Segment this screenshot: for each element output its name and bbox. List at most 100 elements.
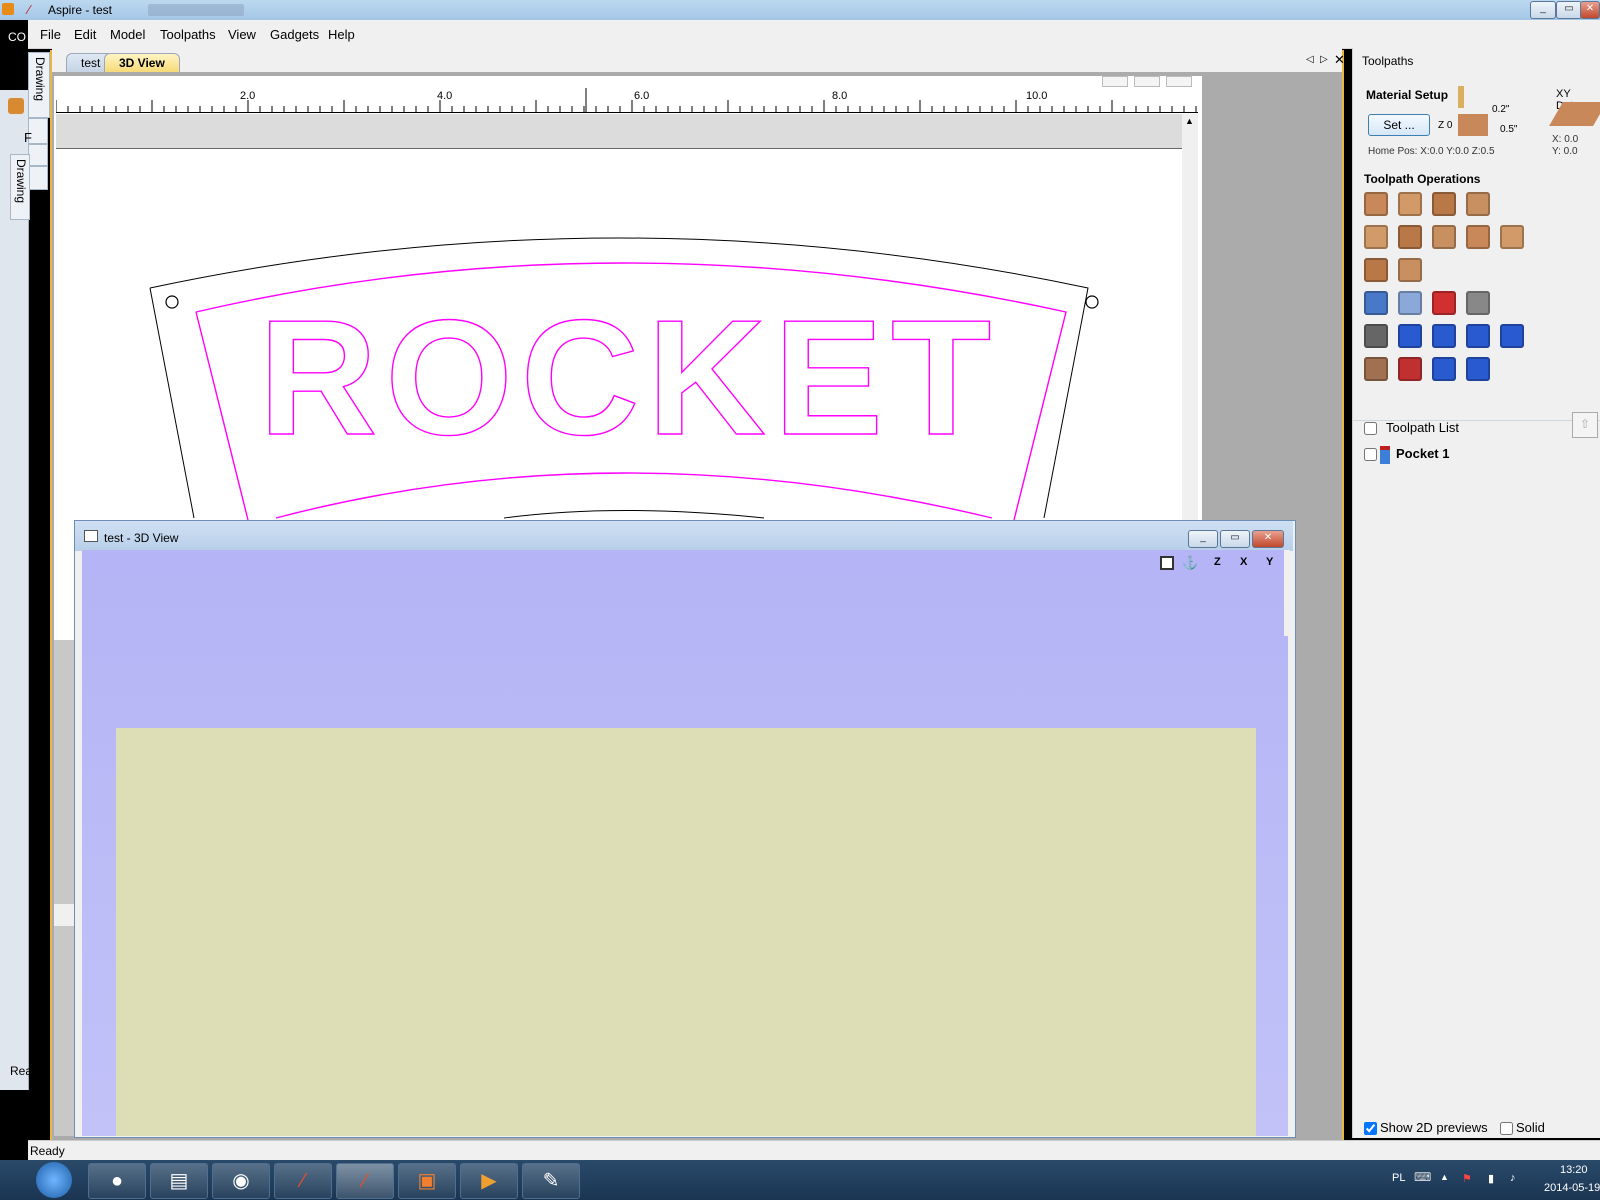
show-2d-previews-label: Show 2D previews bbox=[1380, 1120, 1488, 1135]
menu-view[interactable]: View bbox=[228, 27, 256, 42]
tray-network-icon[interactable]: ▮ bbox=[1488, 1172, 1494, 1185]
drawing-tab-inner[interactable]: Drawing bbox=[10, 154, 30, 220]
toolpath-op-icon-1-3[interactable] bbox=[1466, 225, 1490, 249]
left-dock-icon[interactable] bbox=[8, 98, 24, 114]
show-2d-previews-checkbox[interactable] bbox=[1364, 1122, 1377, 1135]
toolpath-op-icon-2-1[interactable] bbox=[1398, 258, 1422, 282]
toolpath-op-icon-0-1[interactable] bbox=[1398, 192, 1422, 216]
taskbar-pdf[interactable]: ▣ bbox=[398, 1163, 456, 1199]
menu-file[interactable]: File bbox=[40, 27, 61, 42]
toolpath-item-checkbox[interactable] bbox=[1364, 448, 1377, 461]
toolpath-op-icon-5-3[interactable] bbox=[1466, 357, 1490, 381]
toolpath-op-icon-4-4[interactable] bbox=[1500, 324, 1524, 348]
minimize-button[interactable]: _ bbox=[1530, 1, 1556, 19]
left-tab-blank-3[interactable] bbox=[28, 166, 48, 190]
tray-volume-icon[interactable]: ♪ bbox=[1510, 1172, 1516, 1184]
paint-icon: ✎ bbox=[542, 1170, 560, 1192]
tab-scroll-left-icon[interactable]: ◁ bbox=[1306, 54, 1314, 65]
tray-keyboard-icon[interactable]: ⌨ bbox=[1414, 1170, 1431, 1184]
toolpath-op-icon-0-2[interactable] bbox=[1432, 192, 1456, 216]
toolpath-op-icon-4-1[interactable] bbox=[1398, 324, 1422, 348]
left-tab-blank-2[interactable] bbox=[28, 144, 48, 166]
toolpath-op-icon-5-0[interactable] bbox=[1364, 357, 1388, 381]
toolpath-item-name[interactable]: Pocket 1 bbox=[1396, 446, 1449, 461]
taskbar-paint[interactable]: ✎ bbox=[522, 1163, 580, 1199]
tray-language[interactable]: PL bbox=[1392, 1172, 1405, 1184]
toolpath-op-icon-1-1[interactable] bbox=[1398, 225, 1422, 249]
toolpath-op-icon-3-3[interactable] bbox=[1466, 291, 1490, 315]
toolpath-op-icon-1-2[interactable] bbox=[1432, 225, 1456, 249]
close-button[interactable]: ✕ bbox=[1580, 1, 1600, 19]
3d-view-titlebar[interactable] bbox=[75, 521, 1293, 551]
3d-maximize-button[interactable]: ▭ bbox=[1220, 530, 1250, 548]
view-y-icon[interactable]: Y bbox=[1266, 556, 1273, 568]
xy-datum-y: Y: 0.0 bbox=[1552, 146, 1578, 157]
toolpath-list-checkbox[interactable] bbox=[1364, 422, 1377, 435]
app-icon[interactable] bbox=[2, 3, 14, 15]
tray-date[interactable]: 2014-05-19 bbox=[1544, 1182, 1600, 1194]
mdi-restore-button[interactable] bbox=[1134, 76, 1160, 87]
maximize-button[interactable]: ▭ bbox=[1556, 1, 1582, 19]
tray-time[interactable]: 13:20 bbox=[1560, 1164, 1588, 1176]
window-title: Aspire - test bbox=[48, 3, 113, 17]
toolpath-op-icon-1-4[interactable] bbox=[1500, 225, 1524, 249]
tray-arrow-icon[interactable]: ▲ bbox=[1440, 1172, 1449, 1182]
dimension-top: 0.2" bbox=[1492, 104, 1510, 115]
toolpath-op-icon-3-1[interactable] bbox=[1398, 291, 1422, 315]
taskbar-aspire-2[interactable]: ⁄ bbox=[336, 1163, 394, 1199]
view-z-icon[interactable]: Z bbox=[1214, 556, 1221, 568]
taskbar-left-label: CO bbox=[8, 30, 26, 44]
move-up-button[interactable]: ⇧ bbox=[1572, 412, 1598, 438]
toolpath-op-icon-1-0[interactable] bbox=[1364, 225, 1388, 249]
left-re-label: Rea bbox=[10, 1064, 33, 1078]
taskbar-steam[interactable]: ◉ bbox=[212, 1163, 270, 1199]
taskbar-aspire-1[interactable]: ⁄ bbox=[274, 1163, 332, 1199]
scroll-up-arrow-icon[interactable]: ▲ bbox=[1185, 116, 1194, 126]
toolpath-op-icon-5-2[interactable] bbox=[1432, 357, 1456, 381]
toolpath-op-icon-2-0[interactable] bbox=[1364, 258, 1388, 282]
tab-scroll-right-icon[interactable]: ▷ bbox=[1320, 54, 1328, 65]
zoom-extents-icon[interactable] bbox=[1160, 556, 1174, 570]
aspire-logo-icon: ⁄ bbox=[28, 2, 31, 17]
solid-checkbox[interactable] bbox=[1500, 1122, 1513, 1135]
tab-3d-view[interactable]: 3D View bbox=[104, 53, 180, 72]
left-f-label: F bbox=[24, 130, 32, 145]
mdi-minimize-button[interactable] bbox=[1102, 76, 1128, 87]
menu-bar bbox=[28, 20, 1600, 49]
left-dock-panel bbox=[0, 90, 29, 1090]
toolpath-op-icon-0-0[interactable] bbox=[1364, 192, 1388, 216]
taskbar-firefox[interactable]: ● bbox=[88, 1163, 146, 1199]
status-text: Ready bbox=[30, 1144, 65, 1158]
start-button[interactable] bbox=[36, 1162, 72, 1198]
sign-drawing[interactable]: ROCKET bbox=[54, 148, 1184, 528]
menu-edit[interactable]: Edit bbox=[74, 27, 96, 42]
material-set-button[interactable]: Set ... bbox=[1368, 114, 1430, 136]
3d-minimize-button[interactable]: _ bbox=[1188, 530, 1218, 548]
toolpath-op-icon-4-2[interactable] bbox=[1432, 324, 1456, 348]
toolpath-op-icon-3-0[interactable] bbox=[1364, 291, 1388, 315]
mdi-close-button[interactable] bbox=[1166, 76, 1192, 87]
tray-flag-icon[interactable]: ⚑ bbox=[1462, 1172, 1472, 1185]
menu-help[interactable]: Help bbox=[328, 27, 355, 42]
toolpath-op-icon-4-0[interactable] bbox=[1364, 324, 1388, 348]
menu-toolpaths[interactable]: Toolpaths bbox=[160, 27, 216, 42]
steam-icon: ◉ bbox=[232, 1170, 250, 1192]
drawing-margin-band bbox=[56, 114, 1182, 149]
toolpath-op-icon-3-2[interactable] bbox=[1432, 291, 1456, 315]
toolpath-op-icon-5-1[interactable] bbox=[1398, 357, 1422, 381]
toolpath-op-icon-4-3[interactable] bbox=[1466, 324, 1490, 348]
drawing-tab-outer-label: Drawing bbox=[33, 57, 47, 102]
view-x-icon[interactable]: X bbox=[1240, 556, 1247, 568]
menu-gadgets[interactable]: Gadgets bbox=[270, 27, 319, 42]
3d-canvas-right-edge bbox=[1284, 550, 1290, 636]
ruler-label-6: 6.0 bbox=[634, 90, 650, 102]
tab-close-icon[interactable]: ✕ bbox=[1334, 52, 1345, 68]
3d-close-button[interactable]: ✕ bbox=[1252, 530, 1284, 548]
ruler-label-4: 4.0 bbox=[437, 90, 453, 102]
drawing-tab-outer[interactable]: Drawing bbox=[28, 52, 50, 118]
taskbar-explorer[interactable]: ▤ bbox=[150, 1163, 208, 1199]
toolpath-op-icon-0-3[interactable] bbox=[1466, 192, 1490, 216]
taskbar-media[interactable]: ▶ bbox=[460, 1163, 518, 1199]
iso-view-icon[interactable]: ⚓ bbox=[1182, 555, 1198, 571]
menu-model[interactable]: Model bbox=[110, 27, 145, 42]
